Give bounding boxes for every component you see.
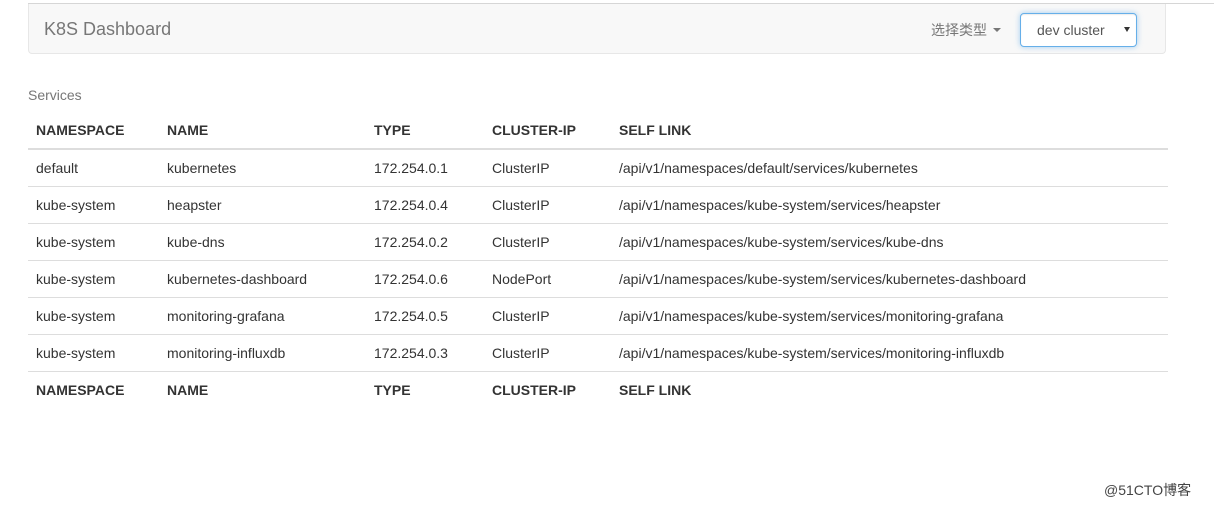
services-table: NAMESPACE NAME TYPE CLUSTER-IP SELF LINK…	[28, 112, 1168, 408]
cell-namespace: default	[28, 148, 159, 186]
table-row: kube-system monitoring-grafana 172.254.0…	[28, 296, 1168, 334]
cell-self-link: /api/v1/namespaces/kube-system/services/…	[611, 185, 1168, 223]
column-footer-name: NAME	[159, 370, 366, 408]
cell-type: 172.254.0.1	[366, 148, 484, 186]
table-footer-row: NAMESPACE NAME TYPE CLUSTER-IP SELF LINK	[28, 370, 1168, 408]
table-row: kube-system kubernetes-dashboard 172.254…	[28, 259, 1168, 297]
caret-down-icon	[993, 28, 1001, 32]
cell-self-link: /api/v1/namespaces/kube-system/services/…	[611, 222, 1168, 260]
column-footer-cluster-ip: CLUSTER-IP	[484, 370, 611, 408]
table-header-row: NAMESPACE NAME TYPE CLUSTER-IP SELF LINK	[28, 112, 1168, 150]
cell-self-link: /api/v1/namespaces/kube-system/services/…	[611, 333, 1168, 371]
cell-name: kubernetes-dashboard	[159, 259, 366, 297]
cell-namespace: kube-system	[28, 296, 159, 334]
table-row: kube-system monitoring-influxdb 172.254.…	[28, 333, 1168, 371]
column-header-name: NAME	[159, 112, 366, 150]
column-footer-namespace: NAMESPACE	[28, 370, 159, 408]
cell-cluster-ip: ClusterIP	[484, 333, 611, 371]
column-footer-type: TYPE	[366, 370, 484, 408]
select-arrow-icon	[1124, 27, 1130, 32]
cell-type: 172.254.0.2	[366, 222, 484, 260]
app-brand[interactable]: K8S Dashboard	[44, 19, 171, 39]
cell-name: monitoring-influxdb	[159, 333, 366, 371]
cluster-select[interactable]: dev cluster	[1020, 13, 1137, 47]
table-row: default kubernetes 172.254.0.1 ClusterIP…	[28, 148, 1168, 186]
cell-cluster-ip: NodePort	[484, 259, 611, 297]
cell-self-link: /api/v1/namespaces/kube-system/services/…	[611, 296, 1168, 334]
table-caption: Services	[28, 87, 82, 103]
cell-name: monitoring-grafana	[159, 296, 366, 334]
cell-name: kube-dns	[159, 222, 366, 260]
table-row: kube-system heapster 172.254.0.4 Cluster…	[28, 185, 1168, 223]
column-header-namespace: NAMESPACE	[28, 112, 159, 150]
cell-name: kubernetes	[159, 148, 366, 186]
type-dropdown[interactable]: 选择类型	[931, 20, 1001, 40]
cell-namespace: kube-system	[28, 259, 159, 297]
cell-cluster-ip: ClusterIP	[484, 222, 611, 260]
column-header-type: TYPE	[366, 112, 484, 150]
cell-cluster-ip: ClusterIP	[484, 296, 611, 334]
cell-namespace: kube-system	[28, 333, 159, 371]
type-dropdown-label: 选择类型	[931, 22, 987, 38]
cluster-select-value: dev cluster	[1037, 22, 1105, 38]
cell-cluster-ip: ClusterIP	[484, 185, 611, 223]
cell-self-link: /api/v1/namespaces/kube-system/services/…	[611, 259, 1168, 297]
watermark: @51CTO博客	[1104, 482, 1192, 498]
navbar: K8S Dashboard 选择类型 dev cluster	[28, 4, 1166, 54]
cell-type: 172.254.0.4	[366, 185, 484, 223]
column-footer-self-link: SELF LINK	[611, 370, 1168, 408]
cell-name: heapster	[159, 185, 366, 223]
column-header-cluster-ip: CLUSTER-IP	[484, 112, 611, 150]
cell-cluster-ip: ClusterIP	[484, 148, 611, 186]
cell-namespace: kube-system	[28, 185, 159, 223]
column-header-self-link: SELF LINK	[611, 112, 1168, 150]
cell-type: 172.254.0.5	[366, 296, 484, 334]
cell-self-link: /api/v1/namespaces/default/services/kube…	[611, 148, 1168, 186]
cell-namespace: kube-system	[28, 222, 159, 260]
cell-type: 172.254.0.3	[366, 333, 484, 371]
table-row: kube-system kube-dns 172.254.0.2 Cluster…	[28, 222, 1168, 260]
cell-type: 172.254.0.6	[366, 259, 484, 297]
